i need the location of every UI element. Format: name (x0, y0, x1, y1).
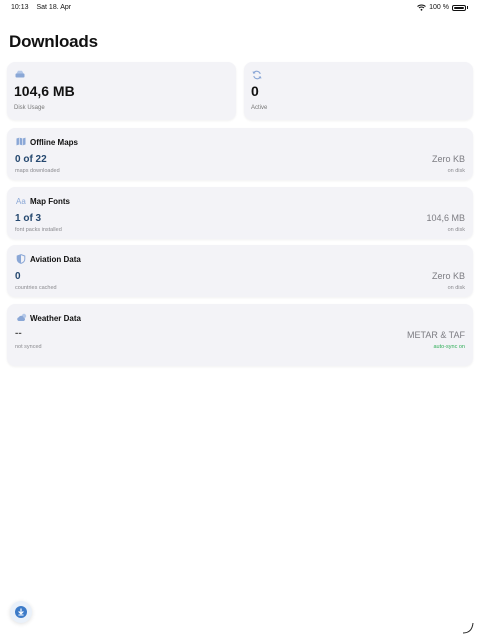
svg-text:Aa: Aa (16, 197, 26, 205)
weather-icon (17, 313, 27, 321)
battery-percent: 100 % (429, 4, 449, 11)
row-subtitle: countries cached (15, 285, 57, 291)
row-subtitle: font packs installed (15, 227, 62, 233)
battery-cap (467, 6, 468, 9)
wifi-icon (417, 4, 426, 11)
row-count: -- (15, 328, 22, 339)
row-size: Zero KB (431, 154, 465, 164)
row-count: 0 of 22 (15, 154, 47, 165)
status-left: 10:13 Sat 18. Apr (11, 4, 77, 11)
row-title: Offline Maps (30, 138, 79, 147)
aviation-data-row[interactable]: Aviation Data 0 countries cached Zero KB… (7, 245, 473, 297)
disk-usage-label: Disk Usage (14, 105, 45, 111)
row-size: METAR & TAF (406, 330, 465, 340)
row-title: Aviation Data (30, 255, 81, 264)
row-title: Weather Data (30, 314, 81, 323)
battery-icon (452, 4, 466, 11)
row-size-subtitle: on disk (447, 227, 465, 233)
row-count: 0 (15, 271, 21, 282)
row-size: 104,6 MB (426, 213, 465, 223)
active-card[interactable]: 0 Active (244, 62, 473, 120)
status-time: 10:13 (11, 4, 29, 11)
disk-usage-card[interactable]: 104,6 MB Disk Usage (7, 62, 236, 120)
map-fonts-row[interactable]: Aa Map Fonts 1 of 3 font packs installed… (7, 187, 473, 239)
status-right: 100 % (417, 4, 468, 11)
corner-indicator-icon (462, 622, 474, 634)
font-icon: Aa (16, 197, 26, 205)
shield-icon (16, 254, 26, 264)
row-title: Map Fonts (30, 197, 70, 206)
row-size-subtitle: on disk (447, 168, 465, 174)
row-size: Zero KB (431, 271, 465, 281)
row-count: 1 of 3 (15, 213, 42, 224)
disk-usage-value: 104,6 MB (14, 83, 75, 99)
download-fab-button[interactable] (10, 601, 32, 623)
row-subtitle: maps downloaded (15, 168, 60, 174)
active-value: 0 (251, 83, 259, 99)
sync-icon (252, 70, 262, 80)
storage-icon (15, 70, 25, 78)
offline-maps-row[interactable]: Offline Maps 0 of 22 maps downloaded Zer… (7, 128, 473, 180)
map-icon (16, 137, 26, 146)
download-icon (15, 606, 27, 618)
row-size-subtitle: on disk (447, 285, 465, 291)
row-size-subtitle: auto-sync on (433, 344, 466, 350)
status-bar: 10:13 Sat 18. Apr 100 % (0, 0, 480, 16)
arrow-down-icon (18, 608, 24, 616)
status-date: Sat 18. Apr (36, 4, 72, 11)
weather-data-row[interactable]: Weather Data -- not synced METAR & TAF a… (7, 304, 473, 366)
row-subtitle: not synced (15, 344, 42, 350)
page-title: Downloads (9, 32, 98, 51)
downloads-screen: 10:13 Sat 18. Apr 100 % Downloads 104,6 … (0, 0, 480, 640)
active-label: Active (251, 105, 268, 111)
